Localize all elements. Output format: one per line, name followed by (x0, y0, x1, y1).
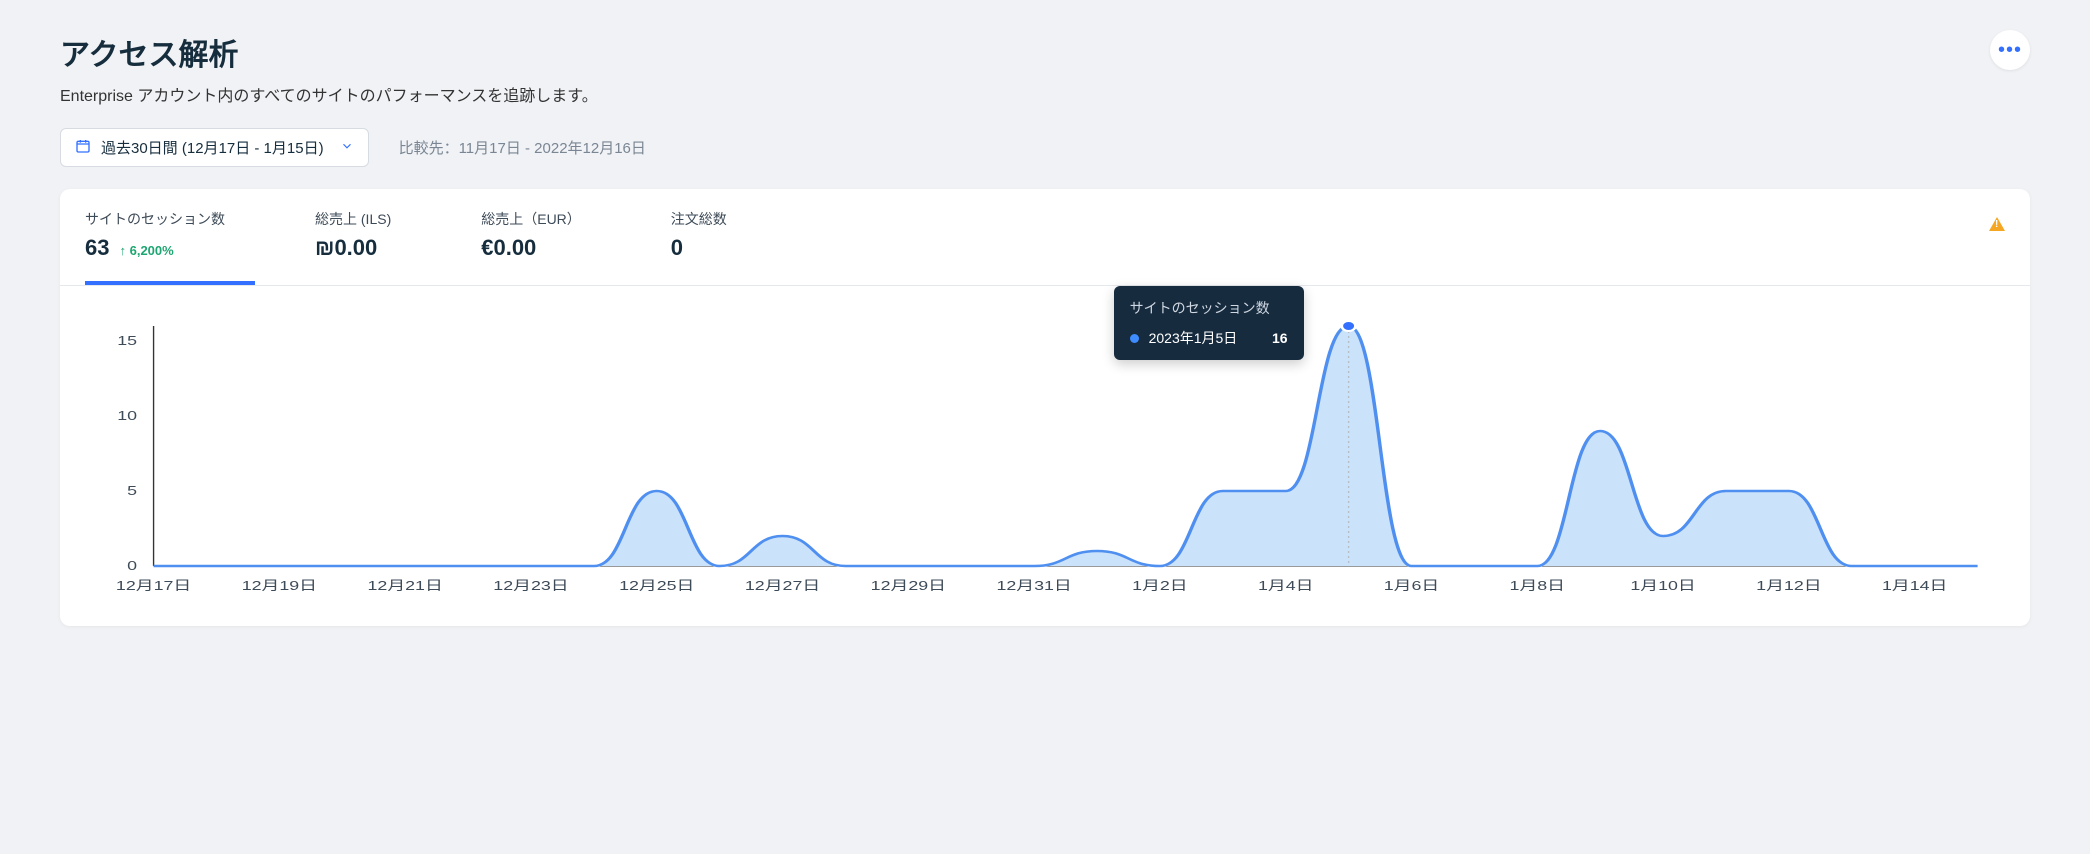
svg-text:15: 15 (117, 334, 137, 348)
svg-text:12月21日: 12月21日 (368, 579, 443, 593)
sessions-area-chart[interactable]: 0 5 10 15 12月17日 12月19日 12月21日 12月23日 12月25日 12月2… (85, 316, 2005, 596)
tab-label: サイトのセッション数 (85, 209, 225, 229)
svg-text:10: 10 (117, 409, 137, 423)
ellipsis-icon: ••• (1998, 39, 2022, 62)
tab-orders[interactable]: 注文総数 0 (671, 189, 757, 285)
svg-text:5: 5 (127, 484, 137, 498)
chevron-down-icon (340, 139, 354, 157)
svg-text:1月4日: 1月4日 (1258, 579, 1313, 593)
svg-text:1月12日: 1月12日 (1756, 579, 1821, 593)
tab-label: 総売上 (ILS) (315, 209, 391, 229)
tab-label: 総売上（EUR） (481, 209, 581, 229)
warning-icon[interactable] (1989, 217, 2005, 231)
chart-tooltip: サイトのセッション数 2023年1月5日 16 (1114, 286, 1304, 360)
chart-container: 0 5 10 15 12月17日 12月19日 12月21日 12月23日 12月25日 12月2… (60, 286, 2030, 596)
arrow-up-icon: ↑ (119, 243, 126, 258)
tooltip-title: サイトのセッション数 (1130, 298, 1288, 318)
svg-text:1月6日: 1月6日 (1384, 579, 1439, 593)
tooltip-value: 16 (1272, 330, 1288, 346)
tab-value: €0.00 (481, 235, 536, 261)
svg-text:1月14日: 1月14日 (1882, 579, 1947, 593)
svg-text:12月29日: 12月29日 (871, 579, 946, 593)
page-title: アクセス解析 (60, 30, 598, 74)
metric-tabs: サイトのセッション数 63 ↑ 6,200% 総売上 (ILS) ₪0.00 総… (60, 189, 2030, 286)
tab-label: 注文総数 (671, 209, 727, 229)
tab-value: ₪0.00 (315, 235, 377, 261)
more-actions-button[interactable]: ••• (1990, 30, 2030, 70)
series-dot-icon (1130, 334, 1139, 343)
svg-text:12月25日: 12月25日 (619, 579, 694, 593)
svg-text:0: 0 (127, 559, 137, 573)
date-range-label: 過去30日間 (12月17日 - 1月15日) (101, 137, 324, 158)
tab-value: 63 (85, 235, 109, 261)
svg-text:12月17日: 12月17日 (116, 579, 191, 593)
date-range-picker[interactable]: 過去30日間 (12月17日 - 1月15日) (60, 128, 369, 167)
svg-text:12月19日: 12月19日 (242, 579, 317, 593)
tab-sessions[interactable]: サイトのセッション数 63 ↑ 6,200% (85, 189, 255, 285)
compare-range-label: 比較先：11月17日 - 2022年12月16日 (399, 137, 646, 158)
svg-text:1月8日: 1月8日 (1510, 579, 1565, 593)
tab-value: 0 (671, 235, 683, 261)
tab-sales-eur[interactable]: 総売上（EUR） €0.00 (481, 189, 611, 285)
analytics-card: サイトのセッション数 63 ↑ 6,200% 総売上 (ILS) ₪0.00 総… (60, 189, 2030, 626)
tooltip-date: 2023年1月5日 (1149, 328, 1238, 348)
svg-text:1月2日: 1月2日 (1132, 579, 1187, 593)
tab-sales-ils[interactable]: 総売上 (ILS) ₪0.00 (315, 189, 421, 285)
calendar-icon (75, 138, 91, 158)
page-subtitle: Enterprise アカウント内のすべてのサイトのパフォーマンスを追跡します。 (60, 82, 598, 106)
svg-text:12月23日: 12月23日 (493, 579, 568, 593)
tab-delta: ↑ 6,200% (119, 243, 173, 258)
svg-text:12月27日: 12月27日 (745, 579, 820, 593)
svg-text:12月31日: 12月31日 (996, 579, 1071, 593)
svg-text:1月10日: 1月10日 (1630, 579, 1695, 593)
